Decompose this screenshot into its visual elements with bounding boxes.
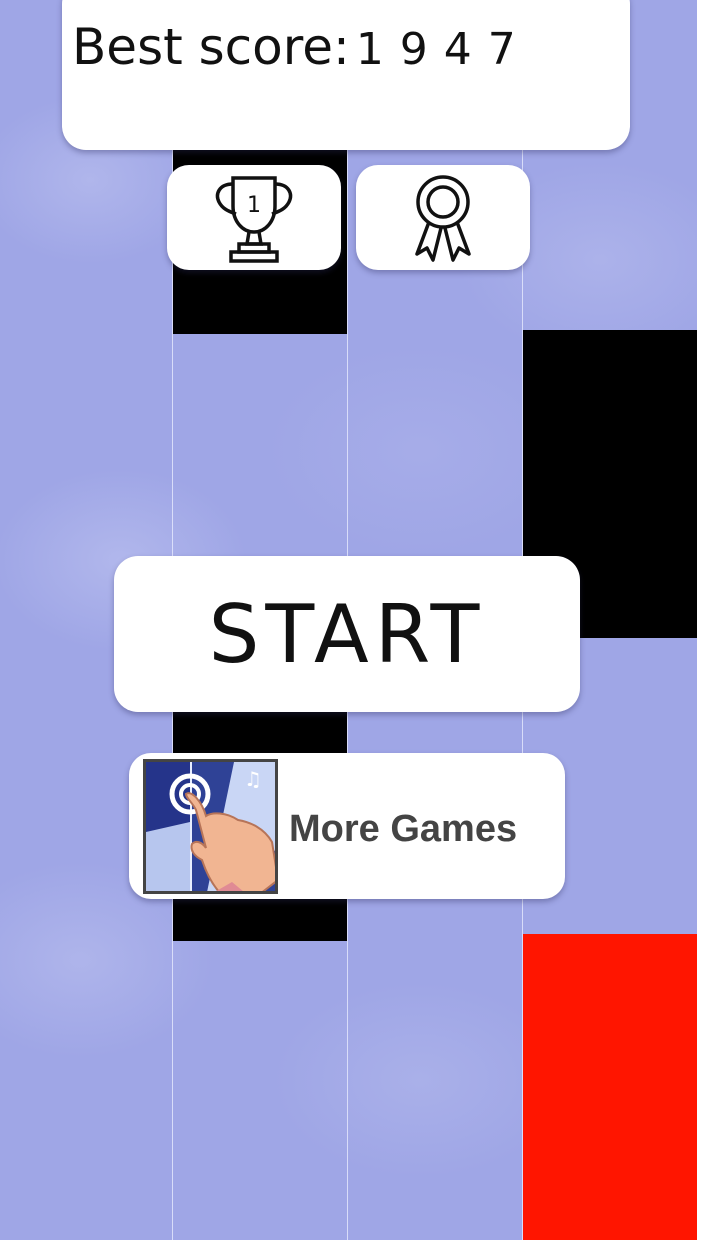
best-score-panel: Best score: 1947 [62, 0, 630, 150]
achievements-button[interactable] [356, 165, 530, 270]
best-score-value: 1947 [355, 24, 532, 75]
best-score-label: Best score: [72, 18, 350, 76]
trophy-rank-label: 1 [247, 193, 261, 218]
screen-edge [697, 0, 701, 1240]
start-button[interactable]: START [114, 556, 580, 712]
missed-tile [523, 934, 701, 1240]
trophy-icon: 1 [215, 175, 293, 263]
svg-text:♫: ♫ [244, 767, 262, 791]
best-score-text: Best score: 1947 [72, 18, 532, 76]
more-games-label: More Games [289, 808, 518, 850]
start-label: START [208, 587, 486, 681]
leaderboard-button[interactable]: 1 [167, 165, 341, 270]
more-games-thumbnail: ♫ [143, 759, 278, 894]
tap-hand-icon: ♫ [146, 762, 275, 891]
ribbon-medal-icon [415, 174, 471, 262]
more-games-button[interactable]: ♫ More Games [129, 753, 565, 899]
